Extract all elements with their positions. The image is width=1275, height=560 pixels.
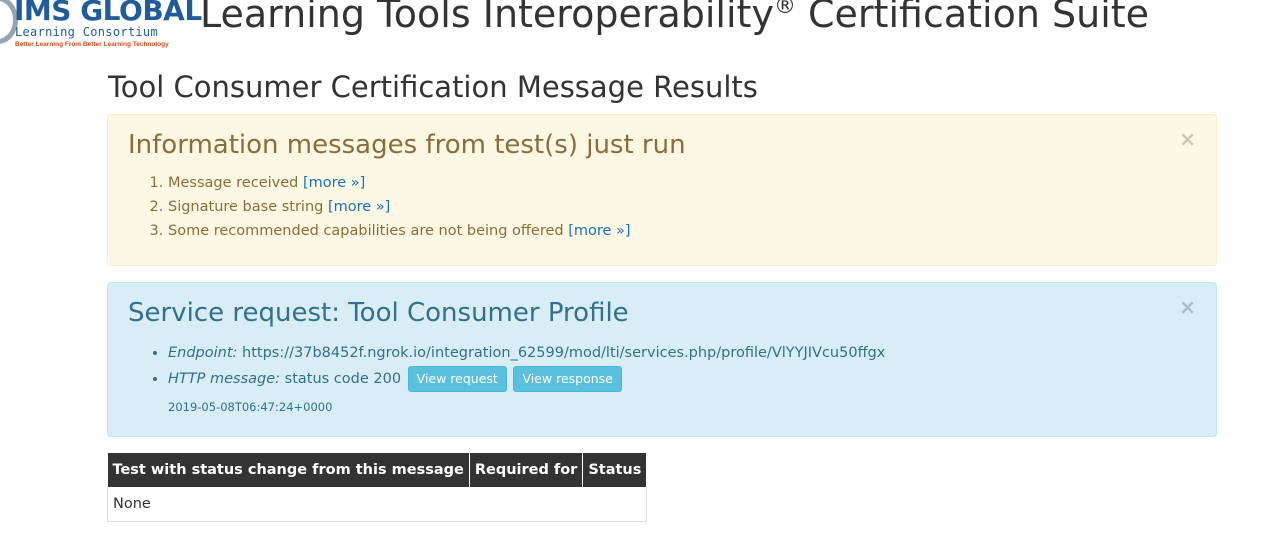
view-response-button[interactable]: View response [513, 366, 622, 392]
message-text: Message received [168, 175, 303, 191]
list-item: Some recommended capabilities are not be… [168, 219, 1196, 243]
column-header-status: Status [582, 453, 647, 487]
column-header-test: Test with status change from this messag… [107, 453, 470, 487]
message-text: Some recommended capabilities are not be… [168, 223, 569, 239]
registered-mark: ® [773, 0, 796, 19]
table-header-row: Test with status change from this messag… [107, 453, 647, 487]
http-message-item: HTTP message: status code 200 View reque… [168, 366, 1196, 392]
site-title-suffix: Certification Suite [795, 0, 1150, 36]
more-link[interactable]: [more »] [328, 199, 390, 215]
endpoint-item: Endpoint: https://37b8452f.ngrok.io/inte… [168, 341, 1196, 366]
site-title: Learning Tools Interoperability® Certifi… [200, 0, 1149, 36]
request-timestamp: 2019-05-08T06:47:24+0000 [168, 400, 333, 414]
info-messages-heading: Information messages from test(s) just r… [128, 130, 686, 160]
more-link[interactable]: [more »] [303, 175, 365, 191]
logo-tagline: Better Learning From Better Learning Tec… [15, 41, 169, 48]
message-text: Signature base string [168, 199, 328, 215]
close-icon[interactable]: × [1179, 127, 1196, 151]
service-details-list: Endpoint: https://37b8452f.ngrok.io/inte… [128, 341, 1196, 392]
service-request-heading: Service request: Tool Consumer Profile [128, 298, 629, 328]
endpoint-url: https://37b8452f.ngrok.io/integration_62… [237, 345, 886, 361]
more-link[interactable]: [more »] [568, 223, 630, 239]
page-title: Tool Consumer Certification Message Resu… [108, 70, 758, 104]
logo-sub-text: Learning Consortium [15, 25, 158, 39]
http-status: status code 200 [280, 371, 406, 387]
list-item: Signature base string [more »] [168, 195, 1196, 219]
ims-global-logo[interactable]: IMS GLOBAL Learning Consortium Better Le… [0, 0, 202, 52]
info-messages-alert: × Information messages from test(s) just… [107, 114, 1217, 266]
column-header-required-for: Required for [469, 453, 584, 487]
view-request-button[interactable]: View request [407, 366, 507, 392]
close-icon[interactable]: × [1179, 295, 1196, 319]
service-request-alert: × Service request: Tool Consumer Profile… [107, 282, 1217, 437]
endpoint-label: Endpoint: [168, 345, 238, 361]
http-message-label: HTTP message: [168, 371, 281, 387]
page-header: IMS GLOBAL Learning Consortium Better Le… [0, 0, 1275, 60]
site-title-prefix: Learning Tools Interoperability [200, 0, 774, 36]
status-change-table: Test with status change from this messag… [107, 453, 647, 522]
table-row: None [107, 487, 647, 522]
list-item: Message received [more »] [168, 171, 1196, 195]
info-messages-list: Message received [more »] Signature base… [128, 171, 1196, 243]
logo-main-text: IMS GLOBAL [14, 0, 202, 27]
table-cell-none: None [107, 487, 647, 522]
